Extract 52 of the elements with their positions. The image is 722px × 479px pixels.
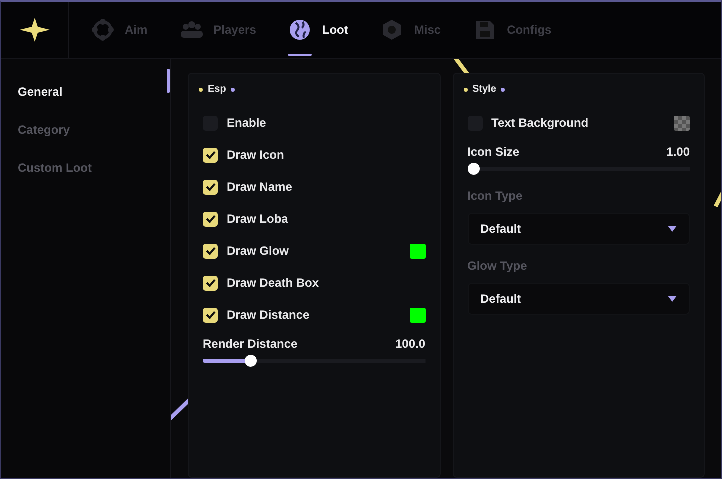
check-icon	[206, 183, 216, 191]
tab[interactable]: Loot	[288, 2, 348, 58]
tab[interactable]: Aim	[91, 2, 148, 58]
check-icon	[206, 247, 216, 255]
caret-icon	[668, 296, 677, 302]
slider-value: 100.0	[395, 336, 426, 353]
caret-icon	[668, 226, 677, 232]
dropdown-label: Icon Type	[468, 188, 524, 205]
tab[interactable]: Configs	[473, 2, 552, 58]
sidebar-item[interactable]: General	[1, 73, 170, 111]
crosshair-icon	[91, 18, 115, 42]
checkbox[interactable]	[203, 148, 218, 162]
slider-thumb[interactable]	[245, 355, 258, 367]
checkbox-label: Draw Glow	[227, 243, 290, 260]
checkbox-label: Draw Loba	[227, 211, 288, 228]
slider-value: 1.00	[666, 144, 690, 161]
checkbox-label: Draw Icon	[227, 147, 284, 164]
checkbox-label: Draw Distance	[227, 307, 310, 324]
color-swatch[interactable]	[410, 244, 426, 258]
checkbox[interactable]	[203, 180, 218, 194]
panel-title: Esp	[208, 83, 226, 97]
check-icon	[206, 215, 216, 223]
panel-title: Style	[472, 83, 496, 97]
bullet-dot	[464, 88, 468, 92]
dropdown[interactable]: Default	[468, 283, 690, 315]
transparent-color-swatch[interactable]	[674, 116, 690, 130]
checkbox[interactable]	[203, 244, 218, 258]
checkbox-label: Enable	[227, 115, 266, 132]
globe-icon	[288, 18, 312, 42]
checkbox-label: Text Background	[492, 115, 589, 132]
checkbox[interactable]	[203, 276, 218, 290]
bullet-dot	[231, 88, 236, 92]
color-swatch[interactable]	[410, 308, 426, 322]
check-icon	[206, 311, 216, 319]
checkbox[interactable]	[203, 308, 218, 322]
bullet-dot	[501, 88, 506, 92]
star-logo-icon	[20, 18, 50, 42]
sidebar-item[interactable]: Custom Loot	[1, 149, 170, 187]
checkbox[interactable]	[203, 212, 218, 226]
sidebar-item[interactable]: Category	[1, 111, 170, 149]
checkbox-label: Draw Name	[227, 179, 292, 196]
dropdown-label: Glow Type	[468, 258, 528, 275]
checkbox-label: Draw Death Box	[227, 275, 320, 292]
check-icon	[206, 279, 216, 287]
dropdown[interactable]: Default	[468, 213, 690, 245]
tab[interactable]: Players	[180, 2, 256, 58]
slider-label: Render Distance	[203, 336, 298, 353]
tab[interactable]: Misc	[380, 2, 442, 58]
check-icon	[206, 151, 216, 159]
slider-label: Icon Size	[468, 144, 520, 161]
slider-thumb[interactable]	[468, 163, 480, 175]
bullet-dot	[199, 88, 203, 92]
